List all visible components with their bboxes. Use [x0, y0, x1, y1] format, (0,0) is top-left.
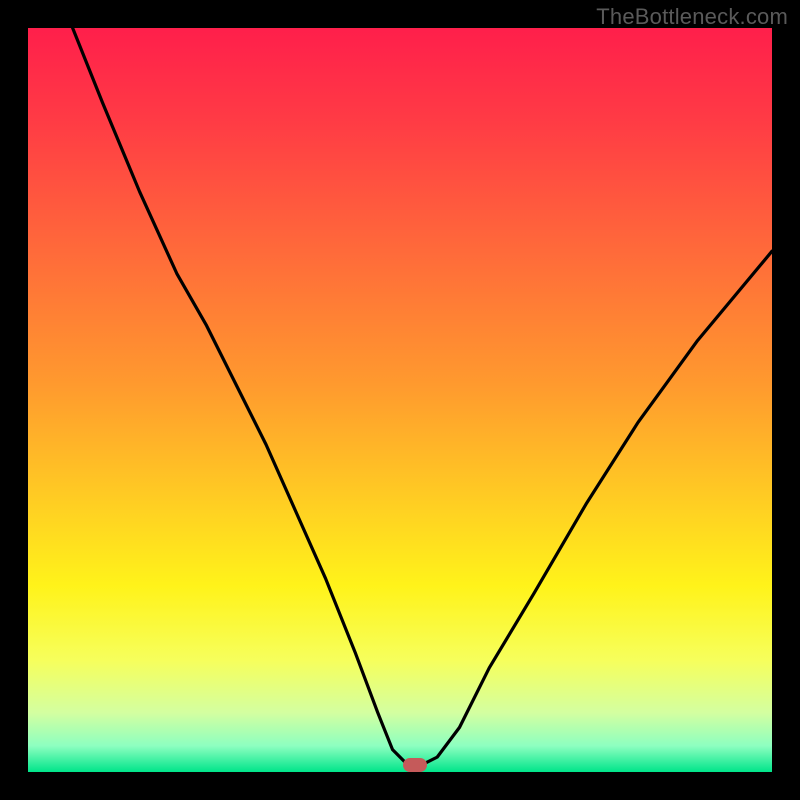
plot-area [28, 28, 772, 772]
chart-frame: TheBottleneck.com [0, 0, 800, 800]
bottleneck-curve [28, 28, 772, 772]
watermark-text: TheBottleneck.com [596, 4, 788, 30]
optimal-point-marker [403, 758, 427, 772]
